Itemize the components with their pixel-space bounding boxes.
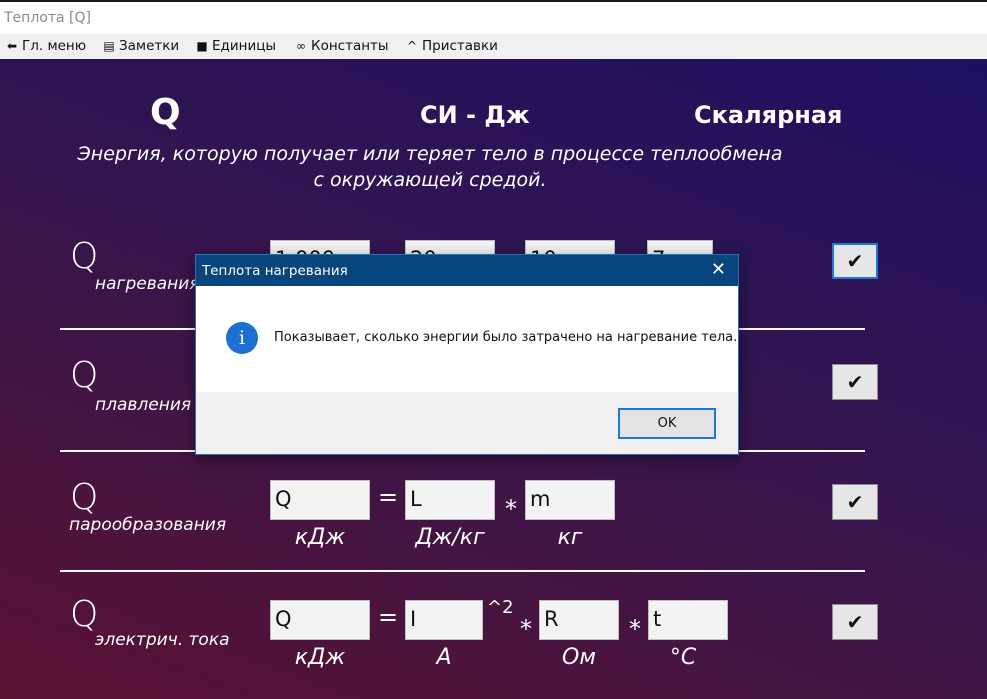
heating-subscript: нагревания <box>95 274 200 294</box>
quantity-symbol: Q <box>150 92 181 133</box>
divider <box>60 570 865 572</box>
menu-prefixes[interactable]: ^ Приставки <box>406 38 498 54</box>
electric-q-unit: кДж <box>294 645 346 670</box>
vapor-q-symbol: Q <box>70 477 99 518</box>
electric-q-input[interactable]: Q <box>270 600 370 640</box>
dialog-body: i Показывает, сколько энергии было затра… <box>196 286 738 392</box>
info-icon: i <box>226 322 258 354</box>
menu-prefixes-label: Приставки <box>422 38 498 54</box>
electric-r-input[interactable]: R <box>539 600 619 640</box>
electric-i-input[interactable]: I <box>405 600 483 640</box>
description-line2: с окружающей средой. <box>313 169 547 191</box>
close-icon[interactable]: ✕ <box>711 259 726 280</box>
dialog-titlebar: Теплота нагревания ✕ <box>196 255 738 286</box>
info-dialog: Теплота нагревания ✕ i Показывает, сколь… <box>195 254 739 455</box>
link-icon: ∞ <box>296 39 306 53</box>
electric-q-symbol: Q <box>70 594 99 635</box>
back-arrow-icon: ⬅ <box>6 39 18 53</box>
heating-check-button[interactable]: ✔ <box>832 243 878 279</box>
power-sign: ^2 <box>487 597 514 618</box>
menu-units[interactable]: ■ Единицы <box>196 38 276 54</box>
vapor-q-unit: кДж <box>294 525 346 550</box>
window-title: Теплота [Q] <box>4 10 91 26</box>
menu-bar: ⬅ Гл. меню ▤ Заметки ■ Единицы ∞ Констан… <box>0 34 987 59</box>
dialog-message: Показывает, сколько энергии было затраче… <box>274 330 738 345</box>
vapor-m-unit: кг <box>557 525 583 550</box>
melting-subscript: плавления <box>95 395 192 415</box>
melting-q-symbol: Q <box>70 355 99 396</box>
vapor-subscript: парообразования <box>69 515 227 535</box>
vapor-l-unit: Дж/кг <box>415 525 485 550</box>
book-icon: ■ <box>196 39 208 53</box>
electric-t-input[interactable]: t <box>648 600 728 640</box>
quantity-type: Скалярная <box>694 101 843 129</box>
menu-notes[interactable]: ▤ Заметки <box>103 38 179 54</box>
description: Энергия, которую получает или теряет тел… <box>60 141 800 193</box>
menu-main-label: Гл. меню <box>22 38 87 54</box>
menu-constants-label: Константы <box>311 38 389 54</box>
notes-icon: ▤ <box>103 39 115 53</box>
multiply-sign: * <box>520 615 532 643</box>
melting-check-button[interactable]: ✔ <box>832 364 878 400</box>
menu-notes-label: Заметки <box>119 38 180 54</box>
si-unit: СИ - Дж <box>420 101 530 129</box>
multiply-sign: * <box>629 615 641 643</box>
ok-button[interactable]: OK <box>618 408 716 439</box>
dialog-title: Теплота нагревания <box>202 263 348 279</box>
vapor-check-button[interactable]: ✔ <box>832 484 878 520</box>
equals-sign: = <box>378 483 399 511</box>
caret-up-icon: ^ <box>406 39 418 53</box>
vapor-q-input[interactable]: Q <box>270 480 370 520</box>
electric-r-unit: Ом <box>562 645 596 670</box>
multiply-sign: * <box>505 495 517 523</box>
heating-q-symbol: Q <box>70 236 99 277</box>
electric-t-unit: °С <box>669 645 697 670</box>
equals-sign: = <box>378 603 399 631</box>
menu-units-label: Единицы <box>212 38 277 54</box>
vapor-l-input[interactable]: L <box>405 480 495 520</box>
description-line1: Энергия, которую получает или теряет тел… <box>77 143 783 165</box>
electric-check-button[interactable]: ✔ <box>832 604 878 640</box>
electric-subscript: электрич. тока <box>95 630 230 650</box>
menu-main[interactable]: ⬅ Гл. меню <box>6 38 86 54</box>
menu-constants[interactable]: ∞ Константы <box>295 38 389 54</box>
electric-i-unit: А <box>436 645 452 670</box>
vapor-m-input[interactable]: m <box>525 480 615 520</box>
window-titlebar: Теплота [Q] <box>0 0 987 34</box>
